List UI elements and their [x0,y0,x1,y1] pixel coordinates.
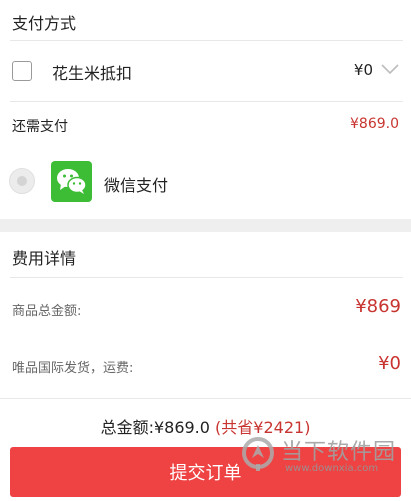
divider [0,398,411,399]
remaining-payment-label: 还需支付 [12,119,68,135]
order-total-amount: 总金额:¥869.0 [100,418,210,437]
chevron-down-icon[interactable] [381,62,399,76]
goods-total-label: 商品总金额: [12,304,82,319]
wechat-pay-radio[interactable] [9,168,35,194]
site-watermark: 当下软件园 www.downxia.com [241,432,401,484]
payment-method-title: 支付方式 [12,14,77,33]
submit-order-label: 提交订单 [169,463,242,484]
section-separator [0,219,411,232]
divider [10,277,403,278]
divider [10,101,403,102]
goods-total-value: ¥869 [355,296,401,317]
peanut-deduction-checkbox[interactable] [12,61,32,81]
watermark-name: 当下软件园 [281,440,397,465]
remaining-payment-value: ¥869.0 [350,116,399,132]
wechat-pay-label[interactable]: 微信支付 [104,172,168,196]
peanut-deduction-label: 花生米抵扣 [52,64,133,83]
wechat-icon [51,161,92,202]
peanut-deduction-value: ¥0 [353,61,373,79]
fee-details-title: 费用详情 [12,249,77,268]
shipping-fee-value: ¥0 [378,353,401,374]
watermark-logo-icon [242,437,274,471]
divider [10,40,403,41]
shipping-fee-label: 唯品国际发货，运费: [12,361,134,376]
watermark-url: www.downxia.com [285,463,379,474]
